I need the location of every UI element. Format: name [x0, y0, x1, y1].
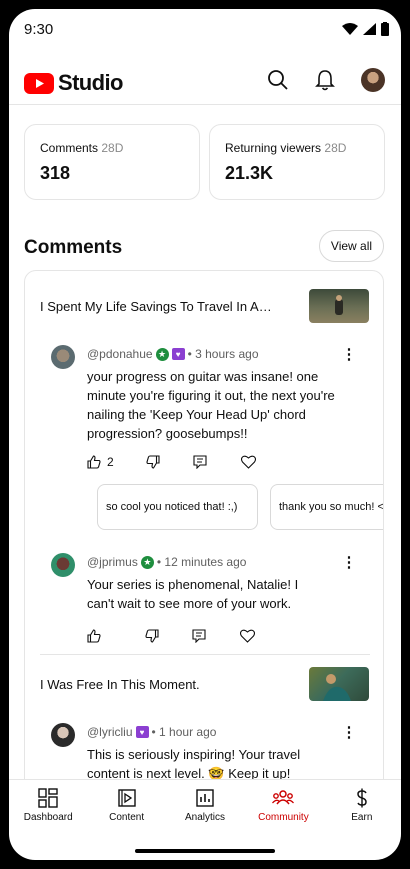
nav-label: Earn [351, 812, 373, 823]
comments-section-title: Comments [24, 237, 123, 258]
dashboard-content[interactable]: Comments 28D 318 Returning viewers 28D 2… [9, 106, 401, 779]
thumbs-down-icon [146, 455, 160, 469]
like-button[interactable]: 2 [87, 455, 114, 469]
nav-community[interactable]: Community [244, 780, 322, 829]
comment-time: • 12 minutes ago [156, 555, 247, 569]
stat-label: Comments 28D [40, 141, 184, 155]
like-button[interactable] [87, 629, 101, 643]
app-screen: 9:30 Studio Comments 28D 318 Returning v… [9, 9, 401, 860]
reply-button[interactable] [193, 455, 207, 469]
verified-star-icon: ★ [140, 555, 154, 569]
nav-earn[interactable]: Earn [323, 780, 401, 829]
comment-actions [87, 629, 255, 643]
stat-card-comments[interactable]: Comments 28D 318 [24, 124, 200, 200]
reply-comment-icon [192, 629, 206, 643]
studio-logo[interactable]: Studio [24, 70, 123, 96]
view-all-button[interactable]: View all [319, 230, 384, 262]
more-options-icon[interactable]: ⋮ [341, 345, 357, 363]
comment-text: Your series is phenomenal, Natalie! I ca… [87, 577, 299, 611]
notifications-bell-icon[interactable] [315, 69, 335, 91]
comment-text: This is seriously inspiring! Your travel… [87, 747, 301, 779]
comment-actions: 2 [87, 455, 256, 469]
comment: @lyricliu ♥ • 1 hour ago ⋮ This is serio… [51, 723, 371, 779]
studio-logo-text: Studio [58, 70, 123, 95]
earn-icon [357, 788, 367, 808]
heart-button[interactable] [240, 629, 255, 643]
nav-label: Analytics [185, 812, 226, 823]
device-frame: 9:30 Studio Comments 28D 318 Returning v… [0, 0, 410, 869]
member-badge-icon: ♥ [171, 348, 185, 360]
comment-author[interactable]: @lyricliu [87, 725, 133, 739]
community-icon [272, 790, 295, 805]
status-bar: 9:30 [9, 9, 401, 49]
suggested-reply-chip[interactable]: so cool you noticed that! :,) [97, 484, 258, 530]
content-icon [117, 789, 136, 807]
thumbs-up-icon [87, 455, 101, 469]
stat-label-text: Returning viewers [225, 141, 322, 155]
nav-dashboard[interactable]: Dashboard [9, 780, 87, 829]
comment-time: • 1 hour ago [151, 725, 217, 739]
stat-label: Returning viewers 28D [225, 141, 369, 155]
comment-text: your progress on guitar was insane! one … [87, 369, 335, 441]
status-time: 9:30 [24, 21, 54, 38]
video-thumbnail[interactable] [309, 667, 369, 701]
comment-header: @jprimus ★ • 12 minutes ago [87, 555, 246, 569]
commenter-avatar[interactable] [51, 345, 75, 369]
wifi-icon [342, 23, 358, 35]
dislike-button[interactable] [146, 455, 160, 469]
suggested-reply-text: so cool you noticed that! :,) [106, 501, 238, 513]
stat-value: 318 [40, 163, 71, 183]
status-icons [342, 22, 389, 36]
account-avatar[interactable] [361, 68, 385, 92]
nav-content[interactable]: Content [87, 780, 165, 829]
video-thumbnail[interactable] [309, 289, 369, 323]
suggested-reply-text: thank you so much! <3 [279, 501, 384, 513]
app-header: Studio [9, 61, 401, 105]
nav-label: Dashboard [23, 812, 73, 823]
dislike-button[interactable] [145, 629, 159, 643]
battery-icon [381, 22, 389, 36]
comment-time: • 3 hours ago [187, 347, 259, 361]
heart-icon [240, 455, 256, 469]
comment-author[interactable]: @jprimus [87, 555, 138, 569]
more-options-icon[interactable]: ⋮ [341, 723, 357, 741]
comment-header: @pdonahue ★ ♥ • 3 hours ago [87, 347, 259, 361]
comment-header: @lyricliu ♥ • 1 hour ago [87, 725, 216, 739]
dashboard-icon [38, 788, 58, 808]
member-badge-icon: ♥ [135, 726, 149, 738]
nav-label: Community [258, 812, 309, 823]
reply-comment-icon [193, 455, 207, 469]
nav-label: Content [109, 812, 145, 823]
nav-analytics[interactable]: Analytics [166, 780, 244, 829]
cellular-icon [363, 23, 376, 35]
comment: @jprimus ★ • 12 minutes ago ⋮ Your serie… [51, 553, 371, 653]
divider [40, 654, 370, 655]
bottom-navigation: Dashboard Content Analytics Community Ea… [9, 779, 401, 829]
home-indicator[interactable] [135, 849, 275, 853]
heart-icon [240, 629, 255, 643]
stat-card-returning-viewers[interactable]: Returning viewers 28D 21.3K [209, 124, 385, 200]
stat-label-text: Comments [40, 141, 99, 155]
commenter-avatar[interactable] [51, 553, 75, 577]
youtube-logo-icon [24, 72, 54, 94]
reply-button[interactable] [192, 629, 206, 643]
heart-button[interactable] [240, 455, 256, 469]
video-title[interactable]: I Spent My Life Savings To Travel In A… [40, 299, 272, 314]
comment-author[interactable]: @pdonahue [87, 347, 153, 361]
thumbs-up-icon [87, 629, 101, 643]
more-options-icon[interactable]: ⋮ [341, 553, 357, 571]
verified-star-icon: ★ [155, 347, 169, 361]
recent-comments-card: I Spent My Life Savings To Travel In A… … [24, 270, 384, 779]
video-title[interactable]: I Was Free In This Moment. [40, 677, 200, 692]
commenter-avatar[interactable] [51, 723, 75, 747]
thumbs-down-icon [145, 629, 159, 643]
search-icon[interactable] [267, 69, 289, 91]
like-count: 2 [107, 455, 114, 469]
suggested-reply-chip[interactable]: thank you so much! <3 [270, 484, 384, 530]
stat-value: 21.3K [225, 163, 274, 183]
stat-period: 28D [101, 141, 124, 155]
analytics-icon [196, 789, 214, 807]
stat-period: 28D [324, 141, 347, 155]
